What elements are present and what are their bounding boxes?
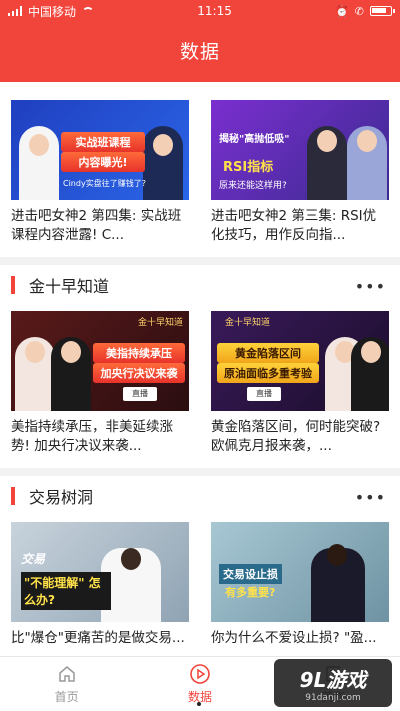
section-header: 金十早知道 ••• bbox=[0, 257, 400, 305]
section-title: 交易树洞 bbox=[29, 488, 94, 507]
video-thumbnail[interactable]: 交易 "不能理解" 怎么办? bbox=[11, 522, 189, 622]
thumbnail-title-2: 原油面临多重考验 bbox=[217, 363, 319, 383]
tab-home[interactable]: 首页 bbox=[0, 657, 133, 711]
home-icon bbox=[56, 663, 78, 685]
video-caption[interactable]: 黄金陷落区间，何时能突破? 欧佩克月报来袭，... bbox=[211, 418, 389, 456]
signal-icon bbox=[8, 6, 22, 16]
live-badge: 直播 bbox=[247, 387, 281, 401]
section-header: 交易树洞 ••• bbox=[0, 468, 400, 516]
thumbnail-subtitle: Cindy实盘往了赚钱了? bbox=[63, 179, 146, 188]
video-thumbnail[interactable]: 实战班课程 内容曝光! Cindy实盘往了赚钱了? bbox=[11, 100, 189, 200]
watermark-logo: 9L游戏 bbox=[299, 667, 367, 692]
section-accent-bar bbox=[11, 276, 15, 294]
page-title: 数据 bbox=[179, 41, 220, 63]
video-thumbnail[interactable]: 金十早知道 美指持续承压 加央行决议来袭 直播 bbox=[11, 311, 189, 411]
video-thumbnail[interactable]: 金十早知道 黄金陷落区间 原油面临多重考验 直播 bbox=[211, 311, 389, 411]
video-thumbnail[interactable]: 揭秘"高抛低吸" RSI指标 原来还能这样用? bbox=[211, 100, 389, 200]
video-caption[interactable]: 美指持续承压，非美延续涨势! 加央行决议来袭... bbox=[11, 418, 189, 456]
alarm-icon: ⏰ bbox=[335, 4, 349, 18]
thumbnail-title-1: 揭秘"高抛低吸" bbox=[219, 134, 290, 145]
video-caption[interactable]: 进击吧女神2 第三集: RSI优化技巧，用作反向指... bbox=[211, 207, 389, 245]
status-bar: 中国移动 11:15 ⏰ ✆ bbox=[0, 0, 400, 22]
play-circle-icon bbox=[189, 663, 211, 685]
top-header: 中国移动 11:15 ⏰ ✆ 数据 bbox=[0, 0, 400, 82]
video-card[interactable]: 交易设止损 有多重要? 你为什么不爱设止损? "盈... bbox=[211, 522, 389, 656]
video-thumbnail[interactable]: 交易设止损 有多重要? bbox=[211, 522, 389, 622]
section-accent-bar bbox=[11, 487, 15, 505]
thumbnail-title-2: 加央行决议来袭 bbox=[93, 363, 185, 383]
video-card[interactable]: 揭秘"高抛低吸" RSI指标 原来还能这样用? 进击吧女神2 第三集: RSI优… bbox=[211, 100, 389, 245]
section-title: 金十早知道 bbox=[29, 277, 110, 296]
thumbnail-title-1: 交易 bbox=[21, 552, 46, 566]
brand-label: 金十早知道 bbox=[225, 318, 271, 328]
thumbnail-subtitle: 原来还能这样用? bbox=[219, 181, 287, 191]
brand-label: 金十早知道 bbox=[137, 318, 183, 328]
more-options-button[interactable]: ••• bbox=[355, 488, 386, 507]
thumbnail-title-2: "不能理解" 怎么办? bbox=[21, 572, 111, 610]
thumbnail-title-1: 交易设止损 bbox=[219, 564, 282, 584]
site-watermark: 9L游戏 91danji.com bbox=[274, 659, 392, 707]
thumbnail-title-2: RSI指标 bbox=[223, 160, 274, 175]
watermark-url: 91danji.com bbox=[305, 692, 361, 703]
video-caption[interactable]: 你为什么不爱设止损? "盈... bbox=[211, 629, 389, 656]
video-caption[interactable]: 进击吧女神2 第四集: 实战班课程内容泄露! C... bbox=[11, 207, 189, 245]
video-caption[interactable]: 比"爆仓"更痛苦的是做交易... bbox=[11, 629, 189, 656]
thumbnail-title-2: 有多重要? bbox=[225, 586, 276, 599]
video-card[interactable]: 金十早知道 黄金陷落区间 原油面临多重考验 直播 黄金陷落区间，何时能突破? 欧… bbox=[211, 311, 389, 456]
thumbnail-title-1: 美指持续承压 bbox=[93, 343, 185, 363]
video-card[interactable]: 实战班课程 内容曝光! Cindy实盘往了赚钱了? 进击吧女神2 第四集: 实战… bbox=[11, 100, 189, 245]
clock: 11:15 bbox=[197, 4, 232, 18]
page-indicator-dot bbox=[197, 702, 201, 706]
wifi-icon bbox=[82, 6, 95, 16]
main-content[interactable]: 实战班课程 内容曝光! Cindy实盘往了赚钱了? 进击吧女神2 第四集: 实战… bbox=[0, 82, 400, 656]
tab-label: 首页 bbox=[54, 690, 79, 704]
video-card[interactable]: 金十早知道 美指持续承压 加央行决议来袭 直播 美指持续承压，非美延续涨势! 加… bbox=[11, 311, 189, 456]
live-badge: 直播 bbox=[123, 387, 157, 401]
thumbnail-title-1: 实战班课程 bbox=[61, 132, 145, 152]
carrier-label: 中国移动 bbox=[28, 4, 77, 19]
call-icon: ✆ bbox=[354, 4, 364, 18]
video-card[interactable]: 交易 "不能理解" 怎么办? 比"爆仓"更痛苦的是做交易... bbox=[11, 522, 189, 656]
battery-icon bbox=[370, 6, 395, 16]
thumbnail-title-1: 黄金陷落区间 bbox=[217, 343, 319, 363]
thumbnail-title-2: 内容曝光! bbox=[61, 152, 145, 172]
more-options-button[interactable]: ••• bbox=[355, 277, 386, 296]
